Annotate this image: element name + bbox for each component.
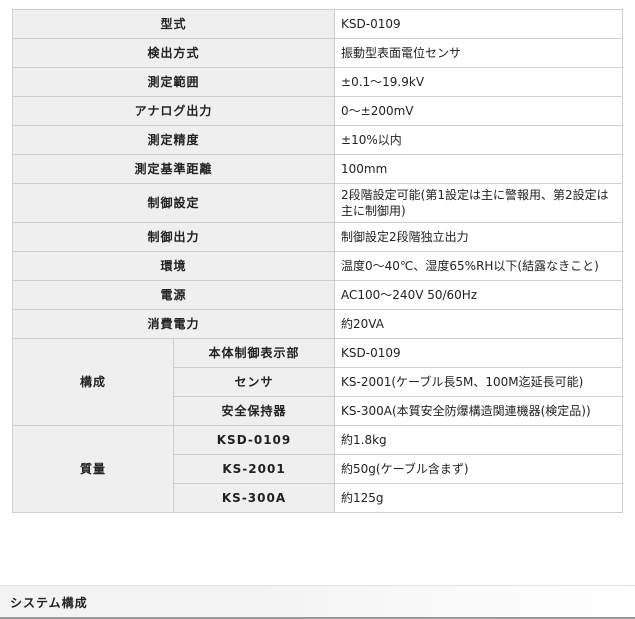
spec-value-sensor: KS-2001(ケーブル長5M、100M迄延長可能): [334, 367, 624, 397]
spec-label-control-output: 制御出力: [11, 222, 336, 252]
table-row: 消費電力 約20VA: [11, 309, 624, 339]
table-row: 制御出力 制御設定2段階独立出力: [11, 222, 624, 252]
spec-sublabel-mass-ks2001: KS-2001: [172, 454, 336, 484]
spec-sublabel-mass-ks300a: KS-300A: [172, 483, 336, 513]
section-header: システム構成: [0, 585, 635, 619]
spec-sublabel-sensor: センサ: [172, 367, 336, 397]
spec-sublabel-mass-ksd: KSD-0109: [172, 425, 336, 455]
table-row: アナログ出力 0～±200mV: [11, 96, 624, 126]
table-row: 電源 AC100～240V 50/60Hz: [11, 280, 624, 310]
table-row: 測定範囲 ±0.1～19.9kV: [11, 67, 624, 97]
table-row: 測定精度 ±10%以内: [11, 125, 624, 155]
section-title: システム構成: [10, 596, 88, 610]
spec-label-power-supply: 電源: [11, 280, 336, 310]
spec-value-control-output: 制御設定2段階独立出力: [334, 222, 624, 252]
spec-table: 型式 KSD-0109 検出方式 振動型表面電位センサ 測定範囲 ±0.1～19…: [11, 9, 624, 513]
spec-value-detection-method: 振動型表面電位センサ: [334, 38, 624, 68]
spec-value-mass-ks2001: 約50g(ケーブル含まず): [334, 454, 624, 484]
table-row: 測定基準距離 100mm: [11, 154, 624, 184]
spec-label-control-setting: 制御設定: [11, 183, 336, 223]
spec-value-safety-barrier: KS-300A(本質安全防爆構造関連機器(検定品)): [334, 396, 624, 426]
spec-sublabel-safety-barrier: 安全保持器: [172, 396, 336, 426]
table-row: 制御設定 2段階設定可能(第1設定は主に警報用、第2設定は主に制御用): [11, 183, 624, 223]
spec-value-reference-distance: 100mm: [334, 154, 624, 184]
spec-label-reference-distance: 測定基準距離: [11, 154, 336, 184]
spec-value-power-consumption: 約20VA: [334, 309, 624, 339]
spec-label-mass: 質量: [12, 425, 174, 513]
spec-label-model: 型式: [11, 9, 336, 39]
spec-value-accuracy: ±10%以内: [334, 125, 624, 155]
spec-label-composition: 構成: [12, 338, 174, 426]
spec-value-measurement-range: ±0.1～19.9kV: [334, 67, 624, 97]
spec-label-power-consumption: 消費電力: [11, 309, 336, 339]
spec-value-control-setting: 2段階設定可能(第1設定は主に警報用、第2設定は主に制御用): [334, 183, 624, 223]
spec-value-power-supply: AC100～240V 50/60Hz: [334, 280, 624, 310]
spec-label-accuracy: 測定精度: [11, 125, 336, 155]
table-row: 環境 温度0～40℃、湿度65%RH以下(結露なきこと): [11, 251, 624, 281]
table-row: 検出方式 振動型表面電位センサ: [11, 38, 624, 68]
table-row: 型式 KSD-0109: [11, 9, 624, 39]
spec-label-measurement-range: 測定範囲: [11, 67, 336, 97]
spec-label-environment: 環境: [11, 251, 336, 281]
spec-sublabel-controller: 本体制御表示部: [172, 338, 336, 368]
spec-value-controller: KSD-0109: [334, 338, 624, 368]
spec-label-analog-output: アナログ出力: [11, 96, 336, 126]
spec-value-analog-output: 0～±200mV: [334, 96, 624, 126]
spec-label-detection-method: 検出方式: [11, 38, 336, 68]
spec-value-model: KSD-0109: [334, 9, 624, 39]
table-row: 質量 KSD-0109 約1.8kg: [12, 425, 624, 513]
table-row: 構成 本体制御表示部 KSD-0109: [12, 338, 624, 426]
spec-value-mass-ks300a: 約125g: [334, 483, 624, 513]
spec-value-environment: 温度0～40℃、湿度65%RH以下(結露なきこと): [334, 251, 624, 281]
spec-value-mass-ksd: 約1.8kg: [334, 425, 624, 455]
